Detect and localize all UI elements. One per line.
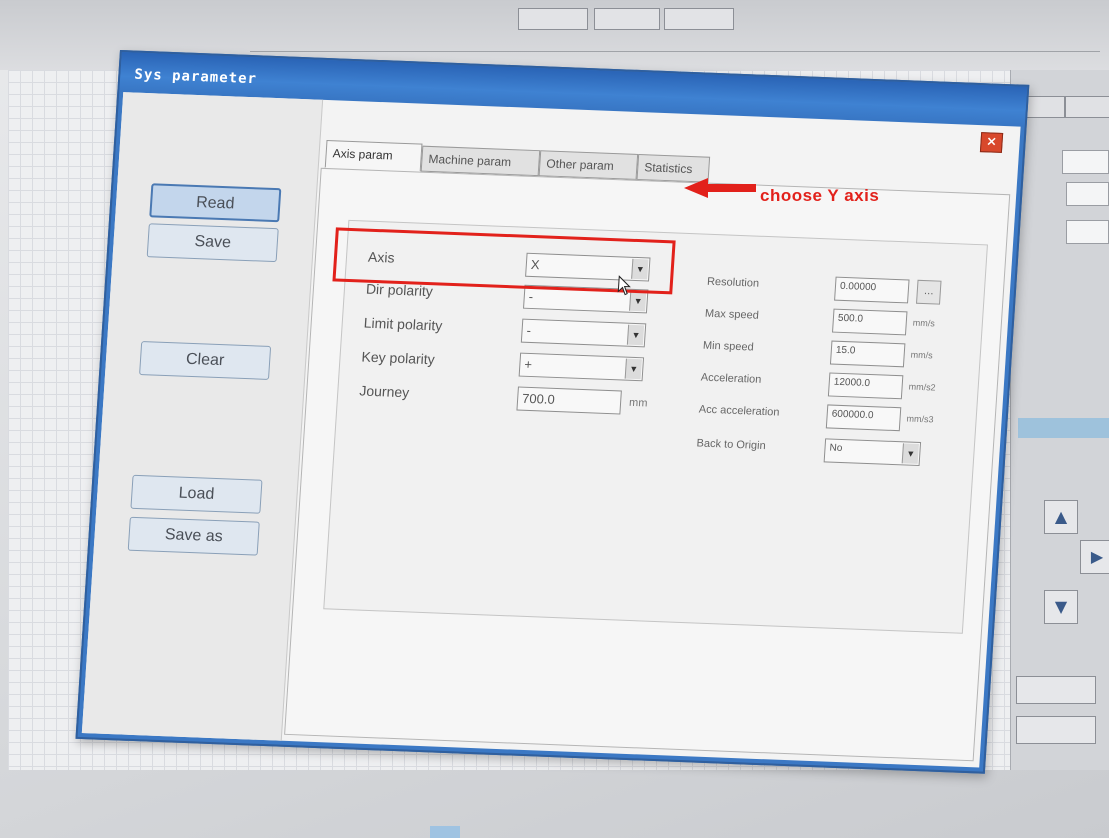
- limit-polarity-select[interactable]: - ▼: [520, 318, 647, 348]
- key-polarity-label: Key polarity: [361, 348, 436, 368]
- tab-bar: Axis param Machine param Other param Sta…: [324, 139, 711, 183]
- arrow-down-icon: ▼: [1044, 590, 1078, 624]
- max-speed-input[interactable]: 500.0: [832, 308, 908, 336]
- background-tool-button: [594, 8, 660, 30]
- journey-label: Journey: [358, 382, 410, 401]
- annotation-arrow-icon: [684, 178, 756, 198]
- chevron-down-icon: ▼: [626, 324, 645, 346]
- background-tool-button: [664, 8, 734, 30]
- min-speed-label: Min speed: [702, 339, 755, 354]
- background-panel-tab: [1065, 96, 1109, 118]
- background-panel-button: [1016, 676, 1096, 704]
- min-speed-unit: mm/s: [910, 349, 934, 361]
- background-panel-button: [1016, 716, 1096, 744]
- mouse-cursor-icon: [617, 275, 631, 296]
- arrow-up-icon: ▲: [1044, 500, 1078, 534]
- background-highlight-strip: [1018, 418, 1109, 438]
- max-speed-unit: mm/s: [912, 317, 936, 329]
- resolution-input[interactable]: 0.00000: [834, 276, 910, 304]
- background-field: [1062, 150, 1109, 174]
- acceleration-input[interactable]: 12000.0: [827, 372, 904, 400]
- sys-parameter-dialog: Sys parameter Read Save Clear Load Save …: [75, 50, 1030, 774]
- load-button[interactable]: Load: [130, 474, 263, 514]
- arrow-right-icon: ▶: [1080, 540, 1109, 574]
- read-button[interactable]: Read: [149, 183, 282, 223]
- background-ruler: [250, 34, 1100, 52]
- save-button[interactable]: Save: [146, 223, 279, 263]
- left-button-panel: Read Save Clear Load Save as: [81, 92, 324, 741]
- clear-button[interactable]: Clear: [139, 341, 272, 380]
- chevron-down-icon: ▼: [624, 358, 642, 380]
- save-as-button[interactable]: Save as: [127, 516, 260, 556]
- chevron-down-icon: ▼: [629, 290, 647, 312]
- background-marker: [430, 826, 460, 838]
- dir-polarity-value: -: [528, 288, 534, 305]
- annotation-text: choose Y axis: [760, 186, 880, 205]
- close-icon[interactable]: ×: [979, 132, 1004, 153]
- resolution-label: Resolution: [706, 275, 760, 290]
- acc-acceleration-input[interactable]: 600000.0: [825, 404, 902, 432]
- dialog-body: Read Save Clear Load Save as Axis param …: [81, 92, 1021, 768]
- key-polarity-value: +: [523, 356, 533, 373]
- axis-param-panel: × Axis X ▼ Dir polarity - ▼ Limit polari…: [284, 132, 1011, 762]
- journey-input[interactable]: 700.0: [516, 386, 622, 415]
- tab-axis-param[interactable]: Axis param: [324, 139, 423, 172]
- background-field: [1066, 220, 1109, 244]
- key-polarity-select[interactable]: + ▼: [518, 352, 645, 382]
- background-field: [1066, 182, 1109, 206]
- back-to-origin-value: No: [829, 442, 843, 455]
- back-to-origin-select[interactable]: No ▼: [823, 438, 922, 466]
- background-tool-button: [518, 8, 588, 30]
- journey-unit: mm: [628, 396, 648, 410]
- max-speed-label: Max speed: [704, 307, 760, 322]
- min-speed-input[interactable]: 15.0: [829, 340, 906, 368]
- acceleration-unit: mm/s2: [908, 381, 936, 393]
- acc-acceleration-unit: mm/s3: [906, 413, 934, 425]
- limit-polarity-label: Limit polarity: [363, 314, 443, 334]
- acceleration-label: Acceleration: [700, 371, 762, 386]
- resolution-button[interactable]: ...: [916, 279, 942, 305]
- chevron-down-icon: ▼: [901, 443, 919, 464]
- limit-polarity-value: -: [526, 322, 532, 338]
- tab-other-param[interactable]: Other param: [538, 150, 639, 180]
